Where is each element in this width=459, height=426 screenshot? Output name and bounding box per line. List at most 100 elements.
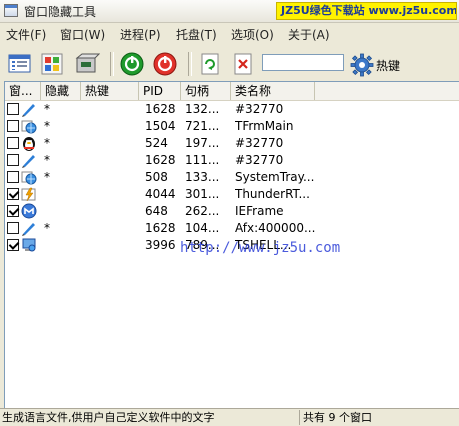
handle-cell: 132...	[185, 102, 220, 116]
hide-all-button[interactable]	[72, 50, 101, 78]
title-bar: 窗口隐藏工具 JZ5U绿色下载站 www.jz5u.com	[0, 0, 459, 23]
menu-tray[interactable]: 托盘(T)	[176, 26, 217, 43]
pid-cell: 524	[145, 136, 168, 150]
row-checkbox[interactable]	[7, 103, 19, 115]
row-checkbox[interactable]	[7, 154, 19, 166]
delete-button[interactable]	[229, 50, 257, 78]
device-box-icon	[75, 53, 101, 73]
download-site-banner: JZ5U绿色下载站 www.jz5u.com	[276, 2, 457, 20]
toolbar: 热键	[0, 47, 459, 81]
column-header-pid[interactable]: PID	[139, 82, 181, 100]
column-header-hotkey[interactable]: 热键	[81, 82, 139, 100]
pen-app-icon	[21, 152, 37, 168]
status-bar: 生成语言文件,供用户自己定义软件中的文字 共有 9 个窗口	[0, 408, 459, 426]
gear-icon	[350, 53, 374, 77]
globe-app-icon	[21, 169, 37, 185]
close-icon	[234, 53, 252, 75]
pid-cell: 508	[145, 170, 168, 184]
pid-cell: 3996	[145, 238, 176, 252]
row-checkbox[interactable]	[7, 188, 19, 200]
table-row[interactable]: 648 262... IEFrame	[5, 203, 459, 220]
column-header-hidden[interactable]: 隐藏	[41, 82, 81, 100]
refresh-button[interactable]	[196, 50, 224, 78]
class-name-cell: SystemTray...	[235, 170, 315, 184]
row-checkbox[interactable]	[7, 222, 19, 234]
pid-cell: 1628	[145, 153, 176, 167]
list-view-button[interactable]	[6, 50, 34, 78]
hidden-cell: *	[44, 119, 50, 133]
row-checkbox[interactable]	[7, 239, 19, 251]
list-header: 窗... 隐藏 热键 PID 句柄 类名称	[5, 82, 459, 101]
handle-cell: 104...	[185, 221, 220, 235]
computer-icon	[21, 237, 37, 253]
show-window-button[interactable]	[118, 50, 146, 78]
app-window-icon	[4, 4, 18, 17]
class-name-cell: #32770	[235, 153, 284, 167]
refresh-icon	[201, 53, 219, 75]
menu-window[interactable]: 窗口(W)	[60, 26, 105, 43]
menu-process[interactable]: 进程(P)	[120, 26, 161, 43]
column-header-filler	[315, 82, 459, 100]
column-header-handle[interactable]: 句柄	[181, 82, 231, 100]
window-title: 窗口隐藏工具	[24, 5, 97, 19]
table-row[interactable]: * 1628 132... #32770	[5, 101, 459, 118]
table-row[interactable]: * 1504 721... TFrmMain	[5, 118, 459, 135]
hide-window-button[interactable]	[151, 50, 179, 78]
windows-icon	[41, 53, 63, 75]
row-checkbox[interactable]	[7, 171, 19, 183]
row-checkbox[interactable]	[7, 137, 19, 149]
handle-cell: 133...	[185, 170, 220, 184]
menu-bar: 文件(F) 窗口(W) 进程(P) 托盘(T) 选项(O) 关于(A)	[0, 24, 459, 44]
hotkey-button[interactable]: 热键	[348, 50, 410, 78]
class-name-cell: ThunderRT...	[235, 187, 310, 201]
table-row[interactable]: * 1628 104... Afx:400000...	[5, 220, 459, 237]
class-name-cell: #32770	[235, 136, 284, 150]
pen-app-icon	[21, 220, 37, 236]
table-row[interactable]: * 524 197... #32770	[5, 135, 459, 152]
handle-cell: 301...	[185, 187, 220, 201]
class-name-cell: IEFrame	[235, 204, 284, 218]
hidden-cell: *	[44, 170, 50, 184]
red-power-icon	[153, 52, 177, 76]
pid-cell: 4044	[145, 187, 176, 201]
handle-cell: 197...	[185, 136, 220, 150]
table-row[interactable]: * 1628 111... #32770	[5, 152, 459, 169]
hidden-cell: *	[44, 221, 50, 235]
list-view-icon	[8, 54, 31, 73]
status-message: 生成语言文件,供用户自己定义软件中的文字	[0, 410, 300, 425]
qq-penguin-icon	[21, 135, 37, 151]
column-header-window[interactable]: 窗...	[5, 82, 41, 100]
handle-cell: 262...	[185, 204, 220, 218]
toolbar-separator	[188, 52, 192, 76]
thunder-app-icon	[21, 186, 37, 202]
column-header-class[interactable]: 类名称	[231, 82, 315, 100]
globe-app-icon	[21, 118, 37, 134]
green-power-icon	[120, 52, 144, 76]
class-name-cell: TFrmMain	[235, 119, 294, 133]
row-checkbox[interactable]	[7, 120, 19, 132]
pid-cell: 1628	[145, 102, 176, 116]
hidden-cell: *	[44, 136, 50, 150]
pid-cell: 648	[145, 204, 168, 218]
table-row[interactable]: * 508 133... SystemTray...	[5, 169, 459, 186]
menu-about[interactable]: 关于(A)	[288, 26, 330, 43]
menu-file[interactable]: 文件(F)	[6, 26, 46, 43]
handle-cell: 721...	[185, 119, 220, 133]
table-row[interactable]: 4044 301... ThunderRT...	[5, 186, 459, 203]
site-watermark: http://www.jz5u.com	[180, 240, 341, 256]
menu-options[interactable]: 选项(O)	[231, 26, 274, 43]
hidden-cell: *	[44, 153, 50, 167]
hidden-cell: *	[44, 102, 50, 116]
pen-app-icon	[21, 101, 37, 117]
search-input[interactable]	[262, 54, 344, 71]
pid-cell: 1628	[145, 221, 176, 235]
class-name-cell: Afx:400000...	[235, 221, 316, 235]
handle-cell: 111...	[185, 153, 220, 167]
window-count: 共有 9 个窗口	[303, 411, 372, 424]
hotkey-label: 热键	[376, 59, 401, 73]
row-checkbox[interactable]	[7, 205, 19, 217]
maxthon-icon	[21, 203, 37, 219]
toolbar-separator	[110, 52, 114, 76]
windows-button[interactable]	[38, 50, 66, 78]
class-name-cell: #32770	[235, 102, 284, 116]
